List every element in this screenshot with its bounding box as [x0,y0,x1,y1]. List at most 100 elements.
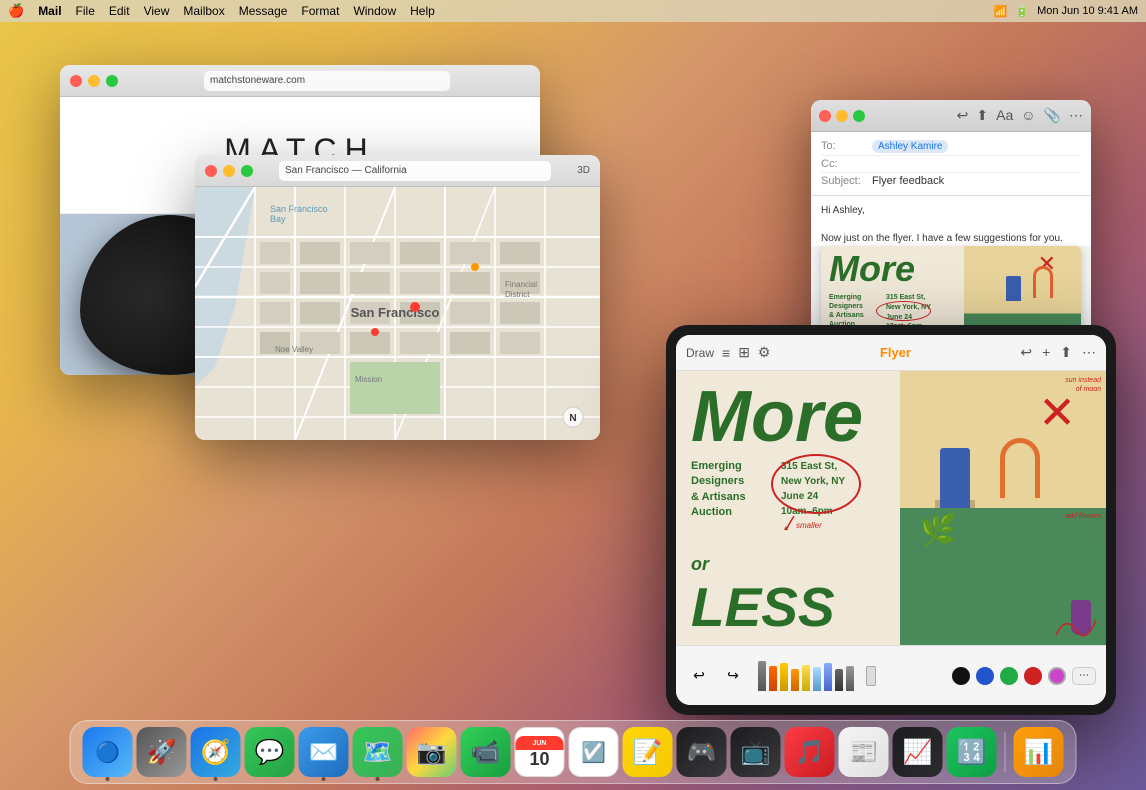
ipad-settings-icon[interactable]: ⚙ [758,344,771,361]
dock-calendar[interactable]: JUN 10 [515,727,565,777]
safari-maximize-button[interactable] [106,75,118,87]
menu-view[interactable]: View [144,4,170,18]
dock-facetime[interactable]: 📹 [461,727,511,777]
maps-minimize-button[interactable] [223,165,235,177]
dock-mail[interactable]: ✉️ [299,727,349,777]
dock-arcade[interactable]: 🎮 [677,727,727,777]
ipad-toolbar-actions: ↩ + ⬆ ⋯ [1020,344,1096,361]
mail-subject-row: Subject: Flyer feedback [821,173,1081,189]
mail-send-icon[interactable]: ⬆ [976,107,988,124]
dock-numbers[interactable]: 🔢 [947,727,997,777]
menu-bar: 🍎 Mail File Edit View Mailbox Message Fo… [0,0,1146,22]
pen-tool-9[interactable] [846,666,854,691]
mail-emoji-icon[interactable]: ☺ [1021,107,1035,124]
menu-bar-right: 📶 🔋 Mon Jun 10 9:41 AM [994,5,1138,18]
color-black[interactable] [952,667,970,685]
svg-text:N: N [569,413,576,424]
dock-launchpad[interactable]: 🚀 [137,727,187,777]
menu-window[interactable]: Window [353,4,396,18]
dock-finder[interactable]: 🔵 [83,727,133,777]
apple-menu[interactable]: 🍎 [8,3,24,19]
safari-minimize-button[interactable] [88,75,100,87]
dock-messages[interactable]: 💬 [245,727,295,777]
mail-fields: To: Ashley Kamire Cc: Subject: Flyer fee… [811,132,1091,196]
clock: Mon Jun 10 9:41 AM [1037,5,1138,17]
safari-toolbar: matchstoneware.com [124,71,530,91]
dock-reminders[interactable]: ☑️ [569,727,619,777]
menu-help[interactable]: Help [410,4,435,18]
ipad-add-icon[interactable]: + [1042,344,1050,361]
maps-close-button[interactable] [205,165,217,177]
dock-tv[interactable]: 📺 [731,727,781,777]
mail-trash-icon[interactable]: ↩ [957,107,969,124]
safari-close-button[interactable] [70,75,82,87]
ipad-toolbar: Draw ≡ ⊞ ⚙ Flyer ↩ + ⬆ ⋯ [676,335,1106,371]
mail-minimize-button[interactable] [836,110,848,122]
menu-message[interactable]: Message [239,4,288,18]
more-colors-button[interactable]: ⋯ [1072,667,1096,685]
mail-body[interactable]: Hi Ashley,Now just on the flyer. I have … [811,196,1091,246]
dock-grapher[interactable]: 📊 [1014,727,1064,777]
mail-format-icon[interactable]: Aa [996,107,1013,124]
dock-maps[interactable]: 🗺️ [353,727,403,777]
pen-tool-4[interactable] [791,669,799,691]
dock-news[interactable]: 📰 [839,727,889,777]
flyer-design: More Emerging Designers & Artisans Aucti… [676,371,1106,645]
color-purple-selected[interactable] [1048,667,1066,685]
eraser-tool[interactable] [866,666,876,686]
dock-photos[interactable]: 📷 [407,727,457,777]
ipad-undo-icon[interactable]: ↩ [1020,344,1032,361]
pen-tool-5[interactable] [802,665,810,691]
svg-text:Financial: Financial [505,280,537,289]
dock-music[interactable]: 🎵 [785,727,835,777]
pen-tool-1[interactable] [758,661,766,691]
maps-maximize-button[interactable] [241,165,253,177]
menu-edit[interactable]: Edit [109,4,130,18]
ipad-more-icon[interactable]: ⋯ [1082,344,1096,361]
mail-close-button[interactable] [819,110,831,122]
app-menu-mail[interactable]: Mail [38,4,61,18]
mail-more-icon[interactable]: ⋯ [1069,107,1083,124]
mail-attach-icon[interactable]: 📎 [1044,107,1061,124]
safari-address-bar[interactable]: matchstoneware.com [204,71,450,91]
ipad-device: Draw ≡ ⊞ ⚙ Flyer ↩ + ⬆ ⋯ More [666,325,1116,715]
ipad-share-icon[interactable]: ⬆ [1060,344,1072,361]
maps-search-bar[interactable]: San Francisco — California [279,161,551,181]
pen-tool-7[interactable] [824,663,832,691]
ipad-redo-button[interactable]: ↪ [720,663,746,689]
dock-stocks[interactable]: 📈 [893,727,943,777]
svg-text:Noe Valley: Noe Valley [275,345,313,354]
dock-safari[interactable]: 🧭 [191,727,241,777]
ipad-screen: Draw ≡ ⊞ ⚙ Flyer ↩ + ⬆ ⋯ More [676,335,1106,705]
dock-notes[interactable]: 📝 [623,727,673,777]
pen-tool-8[interactable] [835,669,843,691]
draw-label[interactable]: Draw [686,346,714,360]
mail-subject-label: Subject: [821,175,866,187]
maps-3d-button[interactable]: 3D [577,165,590,176]
maps-view[interactable]: San Francisco Noe Valley Financial Distr… [195,187,600,440]
ipad-document-title: Flyer [880,345,911,360]
mail-subject-value: Flyer feedback [872,175,944,187]
pen-tool-2[interactable] [769,666,777,691]
mail-to-value[interactable]: Ashley Kamire [872,140,948,153]
color-green[interactable] [1000,667,1018,685]
mail-toolbar: ↩ ⬆ Aa ☺ 📎 ⋯ [957,107,1083,124]
ipad-undo-button[interactable]: ↩ [686,663,712,689]
ipad-list-icon[interactable]: ≡ [722,345,730,361]
ipad-grid-icon[interactable]: ⊞ [738,344,750,361]
maps-window: San Francisco — California 3D [195,155,600,440]
color-blue[interactable] [976,667,994,685]
ipad-bottom-toolbar: ↩ ↪ [676,645,1106,705]
svg-text:District: District [505,290,530,299]
safari-titlebar: matchstoneware.com [60,65,540,97]
mail-cc-label: Cc: [821,158,866,170]
mail-maximize-button[interactable] [853,110,865,122]
pen-tool-3[interactable] [780,663,788,691]
menu-file[interactable]: File [76,4,95,18]
menu-format[interactable]: Format [301,4,339,18]
pen-tool-6[interactable] [813,667,821,691]
menu-mailbox[interactable]: Mailbox [183,4,224,18]
color-red[interactable] [1024,667,1042,685]
svg-text:Bay: Bay [270,214,286,224]
flyer-more-text: More [691,381,863,453]
